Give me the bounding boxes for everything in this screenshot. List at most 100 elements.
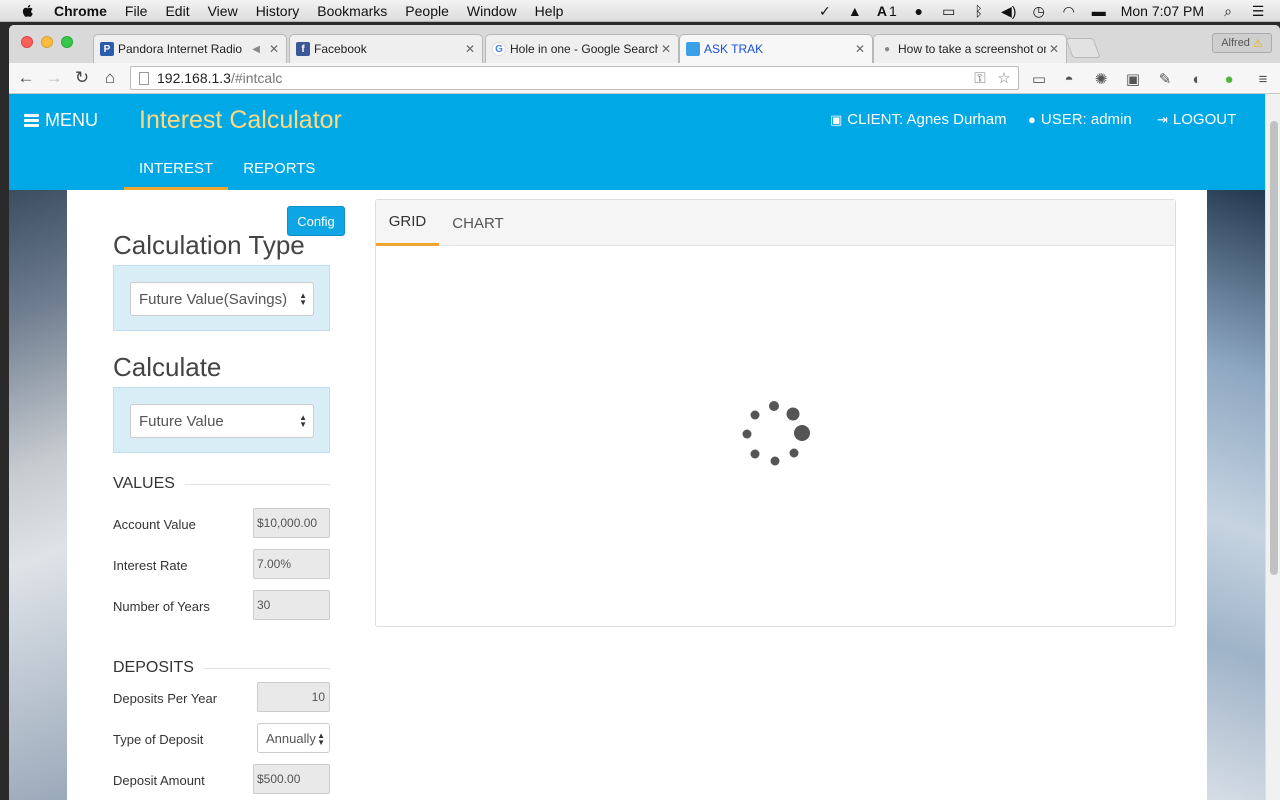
chrome-menu-icon[interactable]: ≡ — [1253, 69, 1273, 89]
hamburger-icon — [24, 114, 39, 127]
deposits-divider — [203, 668, 330, 669]
home-icon[interactable]: ⌂ — [99, 67, 121, 89]
menu-button[interactable]: MENU — [24, 110, 98, 131]
menubar-people[interactable]: People — [405, 3, 449, 19]
menubar-bookmarks[interactable]: Bookmarks — [317, 3, 387, 19]
page-scrollbar[interactable] — [1265, 94, 1280, 800]
deposit-type-label: Type of Deposit — [113, 732, 204, 747]
chat-bubble-icon[interactable]: ● — [911, 3, 927, 19]
menubar-edit[interactable]: Edit — [165, 3, 189, 19]
deposit-type-select[interactable]: Annually ▲ ▼ — [257, 723, 330, 753]
calculation-type-select[interactable]: Future Value(Savings) ▲ ▼ — [130, 282, 314, 316]
tab-title: Pandora Internet Radio — [118, 42, 243, 56]
spotlight-search-icon[interactable]: ⌕ — [1220, 3, 1236, 19]
account-value-input[interactable]: $10,000.00 — [253, 508, 330, 538]
evernote-extension-icon[interactable]: ● — [1219, 69, 1239, 89]
deposits-per-year-label: Deposits Per Year — [113, 691, 218, 706]
screen-capture-extension-icon[interactable]: ▣ — [1123, 69, 1143, 89]
tab-chart[interactable]: CHART — [446, 200, 510, 246]
years-input[interactable]: 30 — [253, 590, 330, 620]
menubar-window[interactable]: Window — [467, 3, 517, 19]
logout-link[interactable]: ⇥ LOGOUT — [1157, 111, 1236, 128]
browser-window: P Pandora Internet Radio ◀ ✕ f Facebook … — [9, 25, 1280, 800]
alert-shield-icon[interactable]: ▲ — [847, 3, 863, 19]
window-maximize-button[interactable] — [61, 36, 73, 48]
address-bar[interactable]: 192.168.1.3/#intcalc ⚿ ☆ — [130, 66, 1019, 90]
warning-icon: ⚠ — [1252, 37, 1263, 50]
tab-grid[interactable]: GRID — [376, 200, 439, 246]
adobe-count: 1 — [888, 3, 897, 19]
os-menubar: Chrome File Edit View History Bookmarks … — [0, 0, 1280, 22]
window-minimize-button[interactable] — [41, 36, 53, 48]
app-header: MENU Interest Calculator ▣ CLIENT: Agnes… — [9, 94, 1265, 190]
menubar-clock[interactable]: Mon 7:07 PM — [1121, 3, 1204, 19]
facebook-icon: f — [296, 42, 310, 56]
menubar-help[interactable]: Help — [535, 3, 564, 19]
tab-close-icon[interactable]: ✕ — [658, 42, 674, 56]
deposit-amount-label: Deposit Amount — [113, 773, 205, 788]
deposit-amount-input[interactable]: $500.00 — [253, 764, 330, 794]
bookmark-star-icon[interactable]: ☆ — [994, 69, 1014, 87]
reload-icon[interactable]: ↻ — [71, 67, 93, 89]
cast-icon[interactable]: ▭ — [1029, 69, 1049, 89]
browser-tab-screenshot[interactable]: ● How to take a screenshot on Mac ✕ — [873, 34, 1067, 63]
shield-extension-icon[interactable]: ◐ — [1187, 69, 1207, 89]
tab-close-icon[interactable]: ✕ — [1046, 42, 1062, 56]
results-tab-bar: GRID CHART — [376, 200, 1175, 246]
user-link[interactable]: ● USER: admin — [1028, 111, 1132, 128]
window-close-button[interactable] — [21, 36, 33, 48]
adobe-icon[interactable]: A1 — [877, 3, 897, 19]
calculate-heading: Calculate — [113, 352, 222, 382]
interest-rate-input[interactable]: 7.00% — [253, 549, 330, 579]
calculation-type-heading: Calculation Type — [113, 230, 305, 260]
volume-icon[interactable]: ◀) — [1001, 3, 1017, 19]
incognito-extension-icon[interactable]: ◓ — [1059, 69, 1079, 89]
deposits-per-year-input[interactable]: 10 — [257, 682, 330, 712]
menubar-view[interactable]: View — [208, 3, 238, 19]
tab-reports[interactable]: REPORTS — [228, 156, 330, 190]
time-machine-icon[interactable]: ◷ — [1031, 3, 1047, 19]
browser-tab-asktrak[interactable]: ASK TRAK ✕ — [679, 34, 873, 63]
tab-close-icon[interactable]: ✕ — [266, 42, 282, 56]
asktrak-icon — [686, 42, 700, 56]
calculate-select[interactable]: Future Value ▲ ▼ — [130, 404, 314, 438]
new-tab-button[interactable] — [1065, 38, 1101, 58]
url-text[interactable]: 192.168.1.3/#intcalc — [157, 70, 970, 86]
tab-title: How to take a screenshot on Mac — [898, 42, 1046, 56]
tab-interest[interactable]: INTEREST — [124, 156, 229, 190]
audio-playing-icon[interactable]: ◀ — [252, 44, 260, 55]
briefcase-icon: ▣ — [830, 111, 843, 127]
tab-close-icon[interactable]: ✕ — [462, 42, 478, 56]
results-panel: GRID CHART — [375, 199, 1176, 627]
menubar-history[interactable]: History — [256, 3, 300, 19]
url-path: /#intcalc — [230, 70, 283, 86]
film-reel-extension-icon[interactable]: ✺ — [1091, 69, 1111, 89]
bluetooth-icon[interactable]: ᛒ — [971, 3, 987, 19]
back-arrow-icon[interactable]: ← — [15, 67, 37, 89]
select-arrows-icon: ▲ ▼ — [317, 731, 325, 747]
client-label: CLIENT: Agnes Durham — [847, 111, 1007, 128]
key-icon[interactable]: ⚿ — [970, 70, 990, 87]
color-picker-extension-icon[interactable]: ✎ — [1155, 69, 1175, 89]
calculation-type-well: Future Value(Savings) ▲ ▼ — [113, 265, 330, 331]
notification-center-icon[interactable]: ☰ — [1250, 3, 1266, 19]
apple-logo-icon[interactable] — [20, 3, 36, 19]
deposits-heading: DEPOSITS — [113, 659, 194, 676]
browser-tab-google[interactable]: G Hole in one - Google Search ✕ — [485, 34, 679, 63]
battery-icon[interactable]: ▬ — [1091, 3, 1107, 19]
values-divider — [185, 484, 330, 485]
profile-button[interactable]: Alfred ⚠ — [1212, 33, 1272, 53]
checkmark-circle-icon[interactable]: ✓ — [817, 3, 833, 19]
interest-rate-label: Interest Rate — [113, 558, 188, 573]
tab-strip: P Pandora Internet Radio ◀ ✕ f Facebook … — [9, 25, 1280, 63]
scrollbar-thumb[interactable] — [1270, 121, 1278, 575]
wifi-icon[interactable]: ◠ — [1061, 3, 1077, 19]
tab-close-icon[interactable]: ✕ — [852, 42, 868, 56]
airplay-icon[interactable]: ▭ — [941, 3, 957, 19]
forward-arrow-icon[interactable]: → — [43, 67, 65, 89]
browser-tab-pandora[interactable]: P Pandora Internet Radio ◀ ✕ — [93, 34, 287, 63]
client-link[interactable]: ▣ CLIENT: Agnes Durham — [830, 111, 1007, 128]
menubar-file[interactable]: File — [125, 3, 148, 19]
browser-tab-facebook[interactable]: f Facebook ✕ — [289, 34, 483, 63]
menubar-app-name[interactable]: Chrome — [54, 3, 107, 19]
